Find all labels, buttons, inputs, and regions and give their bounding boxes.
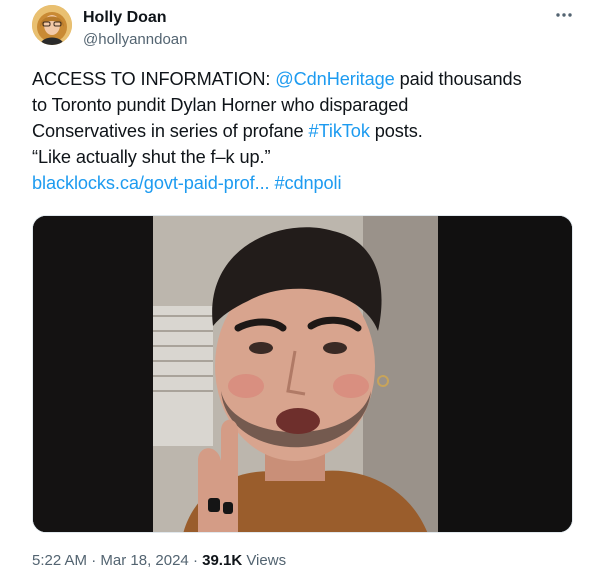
tweet-time[interactable]: 5:22 AM [32,552,87,569]
more-horizontal-icon [556,13,572,17]
url-link[interactable]: blacklocks.ca/govt-paid-prof... [32,173,270,193]
video-thumbnail [33,216,572,532]
author-name[interactable]: Holly Doan [83,8,167,28]
separator: · [188,552,203,569]
text-segment: paid thousands [394,69,522,89]
avatar-image [32,5,72,45]
tweet-line-5: blacklocks.ca/govt-paid-prof... #cdnpoli [32,170,577,196]
video-media[interactable] [32,215,573,533]
text-segment: ACCESS TO INFORMATION: [32,69,276,89]
hashtag-link[interactable]: #TikTok [309,121,370,141]
mention-link[interactable]: @CdnHeritage [275,69,394,89]
tweet-text: ACCESS TO INFORMATION: @CdnHeritage paid… [32,66,577,196]
tweet-line-4: “Like actually shut the f–k up.” [32,147,271,167]
text-segment: Conservatives in series of profane [32,121,309,141]
tweet-line-2: to Toronto pundit Dylan Horner who dispa… [32,95,409,115]
tweet-date[interactable]: Mar 18, 2024 [100,552,188,569]
more-options-button[interactable] [553,4,575,26]
separator: · [87,552,101,569]
tweet-line-1: ACCESS TO INFORMATION: @CdnHeritage paid… [32,66,577,92]
tweet-meta: 5:22 AM · Mar 18, 2024 · 39.1K Views [32,552,286,570]
text-segment: posts. [369,121,423,141]
tweet-card: Holly Doan @hollyanndoan ACCESS TO INFOR… [0,0,600,574]
views-label: Views [242,552,287,569]
tweet-line-3: Conservatives in series of profane #TikT… [32,118,577,144]
avatar[interactable] [32,5,72,45]
hashtag-link[interactable]: #cdnpoli [274,173,341,193]
author-handle[interactable]: @hollyanndoan [83,31,187,49]
views-count: 39.1K [202,552,243,569]
